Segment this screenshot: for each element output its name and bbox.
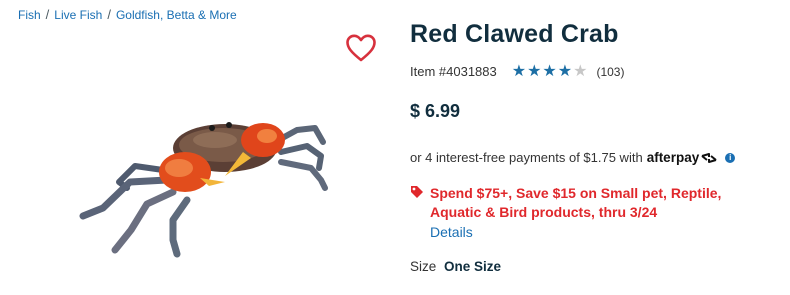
breadcrumb-separator: /: [45, 7, 50, 22]
afterpay-logo[interactable]: afterpay: [647, 150, 719, 165]
star-filled-icon: ★: [527, 62, 542, 80]
star-filled-icon: ★: [542, 62, 557, 80]
size-selector: Size One Size: [410, 259, 501, 274]
breadcrumb: Fish / Live Fish / Goldfish, Betta & Mor…: [18, 7, 237, 22]
item-rating-row: Item #4031883 ★ ★ ★ ★ ★ (103): [410, 62, 624, 80]
product-price: $ 6.99: [410, 101, 461, 121]
rating-stars[interactable]: ★ ★ ★ ★ ★: [511, 62, 589, 80]
review-count[interactable]: (103): [596, 65, 624, 79]
favorite-button[interactable]: [343, 30, 379, 66]
item-number: Item #4031883: [410, 64, 497, 79]
heart-icon: [346, 34, 376, 62]
product-image[interactable]: [75, 112, 337, 262]
crab-image: [79, 122, 328, 258]
installment-text: or 4 interest-free payments of $1.75 wit…: [410, 150, 643, 165]
breadcrumb-link-goldfish-betta[interactable]: Goldfish, Betta & More: [116, 8, 237, 22]
star-filled-icon: ★: [557, 62, 573, 80]
info-icon[interactable]: i: [725, 152, 736, 163]
size-label: Size: [410, 259, 437, 274]
breadcrumb-separator: /: [107, 7, 111, 22]
promo-text[interactable]: Spend $75+, Save $15 on Small pet, Repti…: [430, 184, 770, 222]
afterpay-arrows-icon: [701, 152, 717, 163]
promo-details-link[interactable]: Details: [430, 224, 473, 240]
star-filled-icon: ★: [511, 62, 527, 80]
size-value: One Size: [444, 259, 502, 274]
afterpay-wordmark: afterpay: [646, 150, 700, 165]
breadcrumb-link-fish[interactable]: Fish: [18, 8, 41, 22]
breadcrumb-link-live-fish[interactable]: Live Fish: [54, 8, 102, 22]
promo-banner: Spend $75+, Save $15 on Small pet, Repti…: [410, 184, 770, 222]
product-title: Red Clawed Crab: [410, 20, 619, 48]
tag-icon: [411, 186, 423, 198]
star-empty-icon: ★: [573, 62, 588, 80]
installment-info: or 4 interest-free payments of $1.75 wit…: [410, 150, 736, 165]
